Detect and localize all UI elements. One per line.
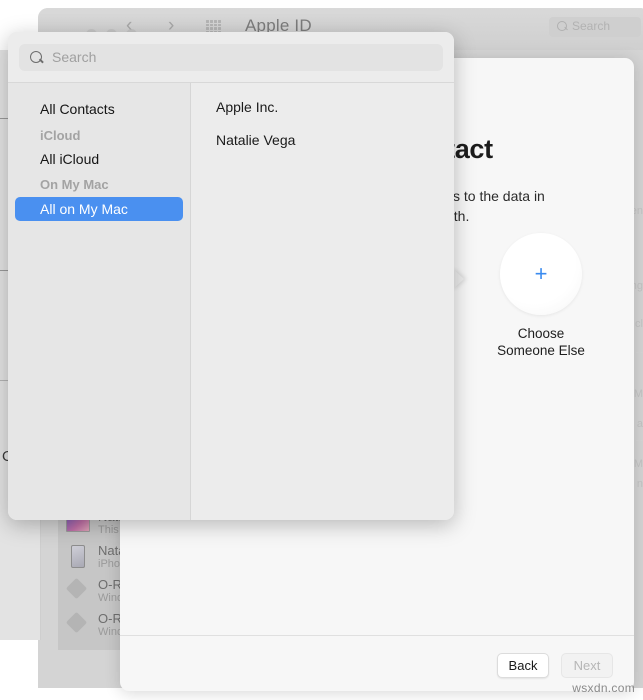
- choose-someone-else-button[interactable]: + Choose Someone Else: [466, 233, 616, 359]
- list-item[interactable]: Natalie Vega: [216, 132, 295, 148]
- sidebar-item-all-icloud[interactable]: All iCloud: [15, 147, 183, 171]
- sidebar-item-all-contacts[interactable]: All Contacts: [15, 97, 183, 121]
- search-placeholder: Search: [52, 49, 97, 65]
- watermark: wsxdn.com: [572, 681, 635, 695]
- popover-sidebar: All Contacts iCloud All iCloud On My Mac…: [8, 83, 191, 520]
- edge-fragment: n: [636, 478, 643, 490]
- windows-icon: [65, 577, 88, 600]
- sidebar-group-on-my-mac: On My Mac: [40, 177, 109, 192]
- back-button[interactable]: Back: [497, 653, 549, 678]
- search-input[interactable]: Search: [19, 44, 443, 71]
- window-search-placeholder: Search: [572, 19, 611, 33]
- sheet-description: ss to the data in ath.: [446, 188, 545, 224]
- search-icon: [30, 51, 42, 63]
- choose-someone-else-label: Choose Someone Else: [497, 326, 585, 358]
- search-icon: [557, 21, 567, 31]
- iphone-icon: [71, 545, 85, 568]
- edge-fragment: M: [633, 458, 643, 470]
- contacts-popover: Search All Contacts iCloud All iCloud On…: [8, 32, 454, 520]
- edge-fragment: a: [636, 418, 643, 430]
- screen-root: ‹ › Apple ID Search O len ng cl M a M n …: [0, 0, 643, 700]
- window-search-field[interactable]: Search: [549, 17, 641, 37]
- plus-icon: +: [534, 261, 548, 286]
- edge-fragment: M: [633, 388, 643, 400]
- sidebar-item-all-on-my-mac[interactable]: All on My Mac: [15, 197, 183, 221]
- list-item[interactable]: Apple Inc.: [216, 99, 278, 115]
- chooser-avatar-circle: +: [500, 233, 582, 315]
- popover-searchbar: Search: [8, 32, 454, 82]
- edge-fragment: cl: [635, 318, 643, 330]
- windows-icon: [65, 611, 88, 634]
- contacts-list: Apple Inc. Natalie Vega: [191, 83, 454, 520]
- next-button: Next: [561, 653, 613, 678]
- footer-divider: [120, 635, 634, 636]
- sidebar-group-icloud: iCloud: [40, 128, 81, 143]
